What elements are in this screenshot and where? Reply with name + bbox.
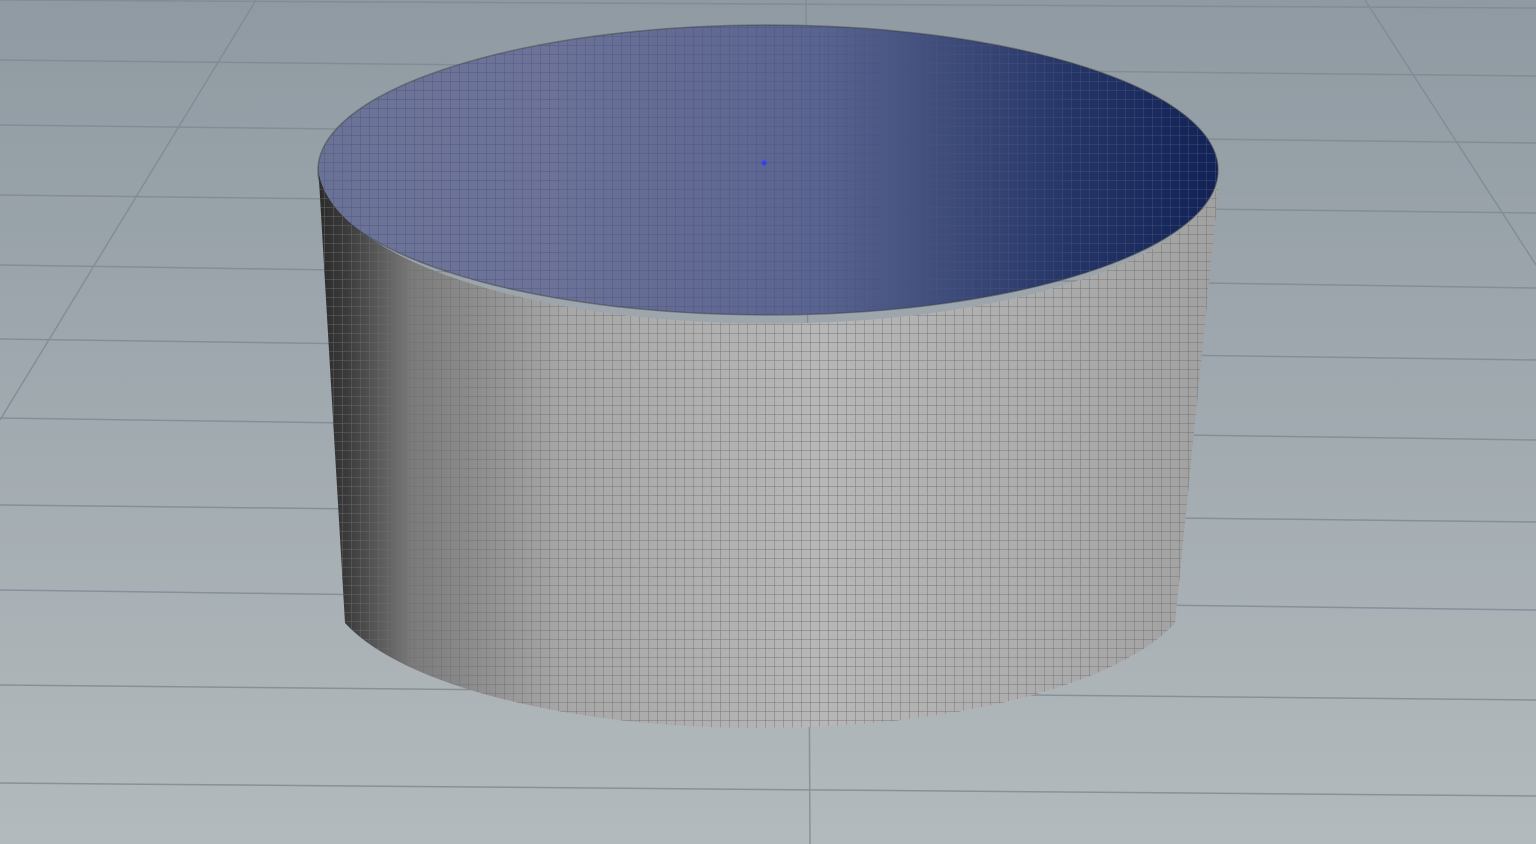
3d-viewport[interactable]	[0, 0, 1536, 844]
viewport-scene[interactable]	[0, 0, 1536, 844]
object-pivot-icon[interactable]	[761, 160, 767, 166]
